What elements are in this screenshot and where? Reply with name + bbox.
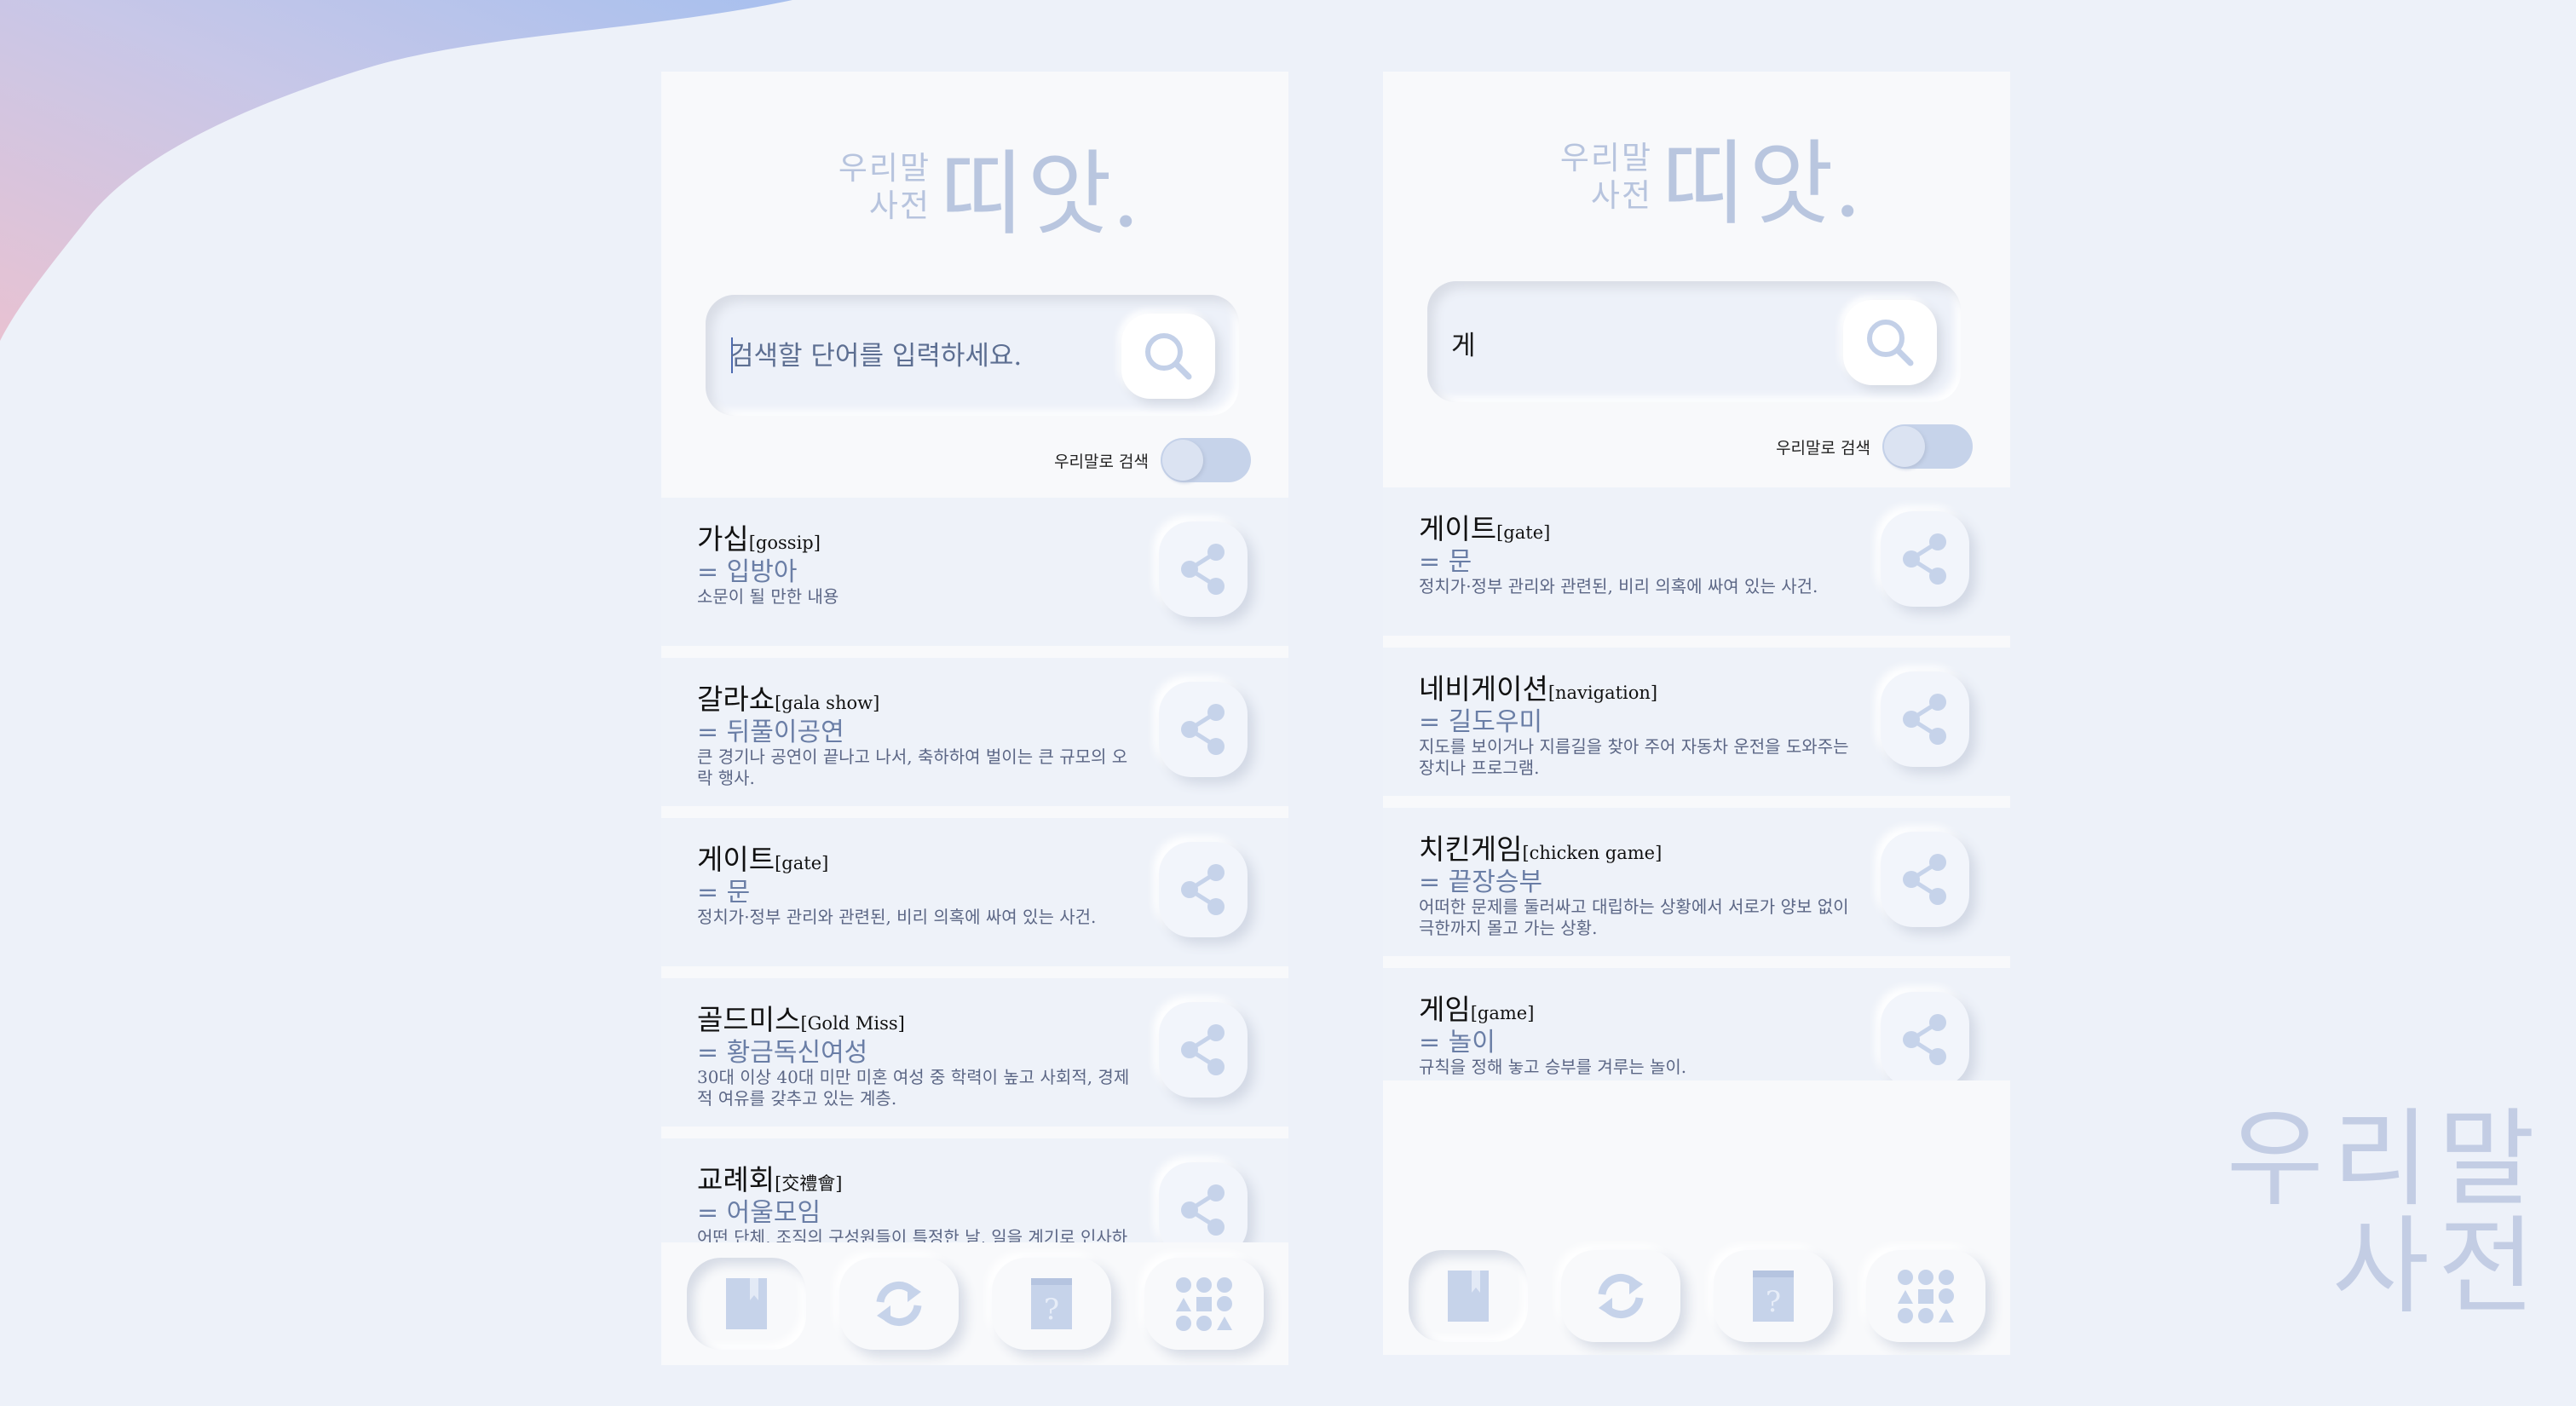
book-icon <box>1447 1271 1489 1322</box>
shapes-grid-icon <box>1175 1277 1232 1331</box>
share-button[interactable] <box>1881 832 1969 927</box>
word-list: 게이트[gate] = 문 정치가·정부 관리와 관련된, 비리 의혹에 싸여 … <box>1383 487 2010 1116</box>
logo-title: 띠앗 <box>1661 131 1837 238</box>
refresh-icon <box>876 1282 921 1326</box>
nav-quiz-button[interactable]: ? <box>1713 1250 1833 1342</box>
share-icon <box>1903 533 1946 585</box>
logo-title: 띠앗 <box>939 141 1115 248</box>
share-button[interactable] <box>1881 992 1969 1087</box>
empty-results-area <box>1383 1080 2010 1237</box>
brand-watermark: 우리말 사전 <box>2226 1098 2544 1328</box>
share-icon <box>1903 1014 1946 1065</box>
search-icon <box>1867 320 1914 366</box>
word-synonym: = 어울모임 <box>697 1198 821 1228</box>
word-definition: 큰 경기나 공연이 끝나고 나서, 축하하여 벌이는 큰 규모의 오락 행사. <box>697 746 1128 788</box>
svg-text:?: ? <box>1043 1293 1058 1327</box>
nav-quiz-button[interactable]: ? <box>991 1258 1111 1350</box>
search-icon <box>1145 333 1192 380</box>
word-synonym: = 길도우미 <box>1419 707 1543 737</box>
toggle-label: 우리말로 검색 <box>1776 438 1870 458</box>
toggle-knob <box>1884 426 1925 467</box>
logo-dot: . <box>1111 141 1141 248</box>
svg-text:?: ? <box>1765 1285 1780 1319</box>
app-logo: 우리말 사전 띠앗 . <box>1383 121 2010 249</box>
korean-search-toggle[interactable] <box>1161 438 1251 482</box>
search-button[interactable] <box>1121 314 1215 399</box>
phone-screen-search-results: 우리말 사전 띠앗 . 우리말로 검색 게이트[gate] = 문 <box>1383 72 2010 1355</box>
search-mode-row: 우리말로 검색 <box>1776 424 1973 469</box>
bottom-navigation: ? <box>1383 1237 2010 1355</box>
search-bar <box>706 295 1239 416</box>
word-synonym: = 끝장승부 <box>1419 867 1543 897</box>
word-definition: 소문이 될 만한 내용 <box>697 586 839 607</box>
toggle-label: 우리말로 검색 <box>1054 452 1149 471</box>
nav-refresh-button[interactable] <box>1560 1250 1680 1342</box>
book-icon <box>725 1278 767 1329</box>
nav-dictionary-button[interactable] <box>1408 1250 1528 1342</box>
list-item[interactable]: 골드미스[Gold Miss] = 황금독신여성 30대 이상 40대 미만 미… <box>661 966 1288 1127</box>
korean-search-toggle[interactable] <box>1882 424 1973 469</box>
logo-subtitle: 우리말 사전 <box>838 150 931 224</box>
header: 우리말 사전 띠앗 . 우리말로 검색 <box>661 72 1288 498</box>
list-item[interactable]: 게이트[gate] = 문 정치가·정부 관리와 관련된, 비리 의혹에 싸여 … <box>1383 487 2010 636</box>
word-synonym: = 입방아 <box>697 557 798 587</box>
share-icon <box>1903 854 1946 905</box>
share-button[interactable] <box>1159 842 1248 937</box>
bottom-navigation: ? <box>661 1242 1288 1365</box>
refresh-icon <box>1598 1274 1643 1318</box>
word-definition: 30대 이상 40대 미만 미혼 여성 중 학력이 높고 사회적, 경제적 여유… <box>697 1067 1130 1109</box>
list-item[interactable]: 네비게이션[navigation] = 길도우미 지도를 보이거나 지름길을 찾… <box>1383 636 2010 796</box>
app-logo: 우리말 사전 띠앗 . <box>661 131 1288 259</box>
word-definition: 정치가·정부 관리와 관련된, 비리 의혹에 싸여 있는 사건. <box>697 907 1097 927</box>
logo-subtitle: 우리말 사전 <box>1559 140 1652 214</box>
word-list: 가십[gossip] = 입방아 소문이 될 만한 내용 갈라쇼[gala sh… <box>661 498 1288 1287</box>
search-bar <box>1427 281 1961 402</box>
share-icon <box>1181 1024 1225 1075</box>
word-definition: 어떠한 문제를 둘러싸고 대립하는 상황에서 서로가 양보 없이 극한까지 몰고… <box>1419 896 1849 938</box>
nav-refresh-button[interactable] <box>838 1258 959 1350</box>
word-definition: 지도를 보이거나 지름길을 찾아 주어 자동차 운전을 도와주는 장치나 프로그… <box>1419 736 1849 778</box>
nav-more-button[interactable] <box>1865 1250 1985 1342</box>
share-icon <box>1903 694 1946 745</box>
share-button[interactable] <box>1881 511 1969 607</box>
toggle-knob <box>1162 440 1203 481</box>
search-mode-row: 우리말로 검색 <box>1054 438 1251 482</box>
share-button[interactable] <box>1159 682 1248 777</box>
nav-dictionary-button[interactable] <box>686 1258 806 1350</box>
share-icon <box>1181 704 1225 755</box>
word-definition: 규칙을 정해 놓고 승부를 겨루는 놀이. <box>1419 1057 1687 1077</box>
search-input[interactable] <box>1449 314 1828 372</box>
word-synonym: = 문 <box>697 878 751 908</box>
quiz-card-icon: ? <box>1752 1271 1794 1322</box>
quiz-card-icon: ? <box>1030 1278 1072 1329</box>
word-definition: 정치가·정부 관리와 관련된, 비리 의혹에 싸여 있는 사건. <box>1419 576 1818 596</box>
share-icon <box>1181 544 1225 595</box>
word-synonym: = 문 <box>1419 547 1472 577</box>
word-synonym: = 황금독신여성 <box>697 1038 868 1068</box>
share-icon <box>1181 1184 1225 1236</box>
word-synonym: = 놀이 <box>1419 1028 1495 1057</box>
share-icon <box>1181 864 1225 915</box>
header: 우리말 사전 띠앗 . 우리말로 검색 <box>1383 72 2010 487</box>
list-item[interactable]: 치킨게임[chicken game] = 끝장승부 어떠한 문제를 둘러싸고 대… <box>1383 796 2010 956</box>
share-button[interactable] <box>1881 671 1969 767</box>
search-button[interactable] <box>1843 300 1937 385</box>
list-item[interactable]: 가십[gossip] = 입방아 소문이 될 만한 내용 <box>661 498 1288 646</box>
search-input[interactable] <box>728 327 1106 385</box>
list-item[interactable]: 갈라쇼[gala show] = 뒤풀이공연 큰 경기나 공연이 끝나고 나서,… <box>661 646 1288 806</box>
share-button[interactable] <box>1159 1002 1248 1098</box>
list-item[interactable]: 게이트[gate] = 문 정치가·정부 관리와 관련된, 비리 의혹에 싸여 … <box>661 806 1288 966</box>
nav-more-button[interactable] <box>1144 1258 1264 1350</box>
phone-screen-default: 우리말 사전 띠앗 . 우리말로 검색 가십[gossip] <box>661 72 1288 1365</box>
shapes-grid-icon <box>1897 1270 1954 1323</box>
share-button[interactable] <box>1159 521 1248 617</box>
word-synonym: = 뒤풀이공연 <box>697 717 844 747</box>
logo-dot: . <box>1833 131 1863 238</box>
